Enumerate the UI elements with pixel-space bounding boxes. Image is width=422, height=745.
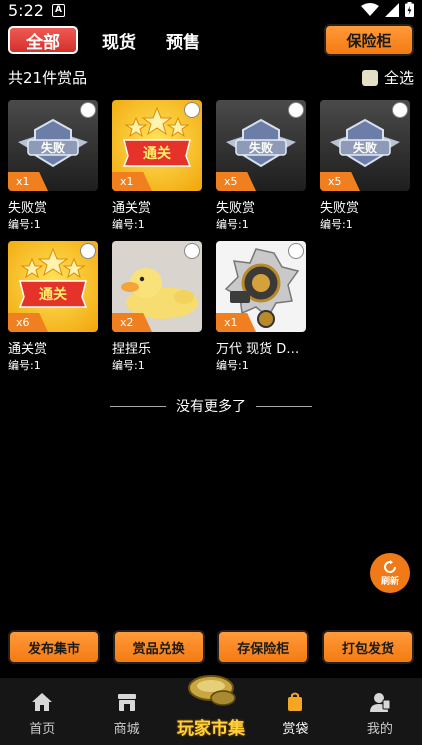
select-radio[interactable] [392,102,408,118]
tabbar-mall-label: 商城 [113,722,140,737]
refresh-button[interactable]: 刷新 [370,553,410,593]
clear-badge-text: 通关 [143,145,171,162]
prize-number: 编号:1 [112,359,145,372]
bottom-tab-bar: 首页 商城 玩家市集 赏袋 我的 [0,675,422,745]
tabbar-mine[interactable]: 我的 [338,678,422,745]
refresh-label: 刷新 [380,576,399,587]
prize-name: 失败赏 [216,201,256,214]
prize-number: 编号:1 [112,218,145,231]
end-of-list: 没有更多了 [0,396,422,416]
clear-badge-text: 通关 [39,286,67,303]
divider-left [110,405,166,407]
home-icon [32,693,53,711]
notification-icon: A [52,4,65,17]
market-coins-icon [188,675,236,706]
filter-tabs: 全部 现货 预售 [8,26,212,54]
prize-card[interactable]: 失败 x5 失败赏 编号:1 [216,100,306,231]
select-radio[interactable] [80,243,96,259]
battery-icon [405,2,414,17]
select-all-toggle[interactable]: 全选 [361,67,414,88]
action-bar: 发布集市 赏品兑换 存保险柜 打包发货 [8,630,414,664]
prize-image: 失败 x5 [216,100,306,191]
profile-icon [369,693,391,712]
tab-presale[interactable]: 预售 [154,28,212,53]
bag-icon [288,692,303,711]
prize-number: 编号:1 [8,218,41,231]
prize-image: 失败 x1 [8,100,98,191]
select-radio[interactable] [288,102,304,118]
prize-card[interactable]: 失败 x1 失败赏 编号:1 [8,100,98,231]
fail-badge-text: 失败 [353,140,377,155]
prize-number: 编号:1 [320,218,353,231]
store-vault-button[interactable]: 存保险柜 [217,630,310,664]
tabbar-bag[interactable]: 赏袋 [253,678,337,745]
system-icons [361,2,414,17]
prize-name: 通关赏 [8,342,48,355]
select-radio[interactable] [184,102,200,118]
tabbar-mine-label: 我的 [366,722,393,737]
tabbar-mall[interactable]: 商城 [84,678,168,745]
prize-exchange-button[interactable]: 赏品兑换 [112,630,205,664]
select-radio[interactable] [184,243,200,259]
refresh-icon [384,559,396,573]
prize-number: 编号:1 [216,218,249,231]
prize-image: 通关 x1 [112,100,202,191]
prize-image: 通关 x6 [8,241,98,332]
tabbar-market[interactable]: 玩家市集 [169,675,253,745]
prize-name: 捏捏乐 [112,342,152,355]
store-icon [117,694,136,711]
no-more-text: 没有更多了 [176,399,246,415]
prize-card[interactable]: 通关 x1 通关赏 编号:1 [112,100,202,231]
prize-card[interactable]: 失败 x5 失败赏 编号:1 [320,100,410,231]
prize-number: 编号:1 [216,359,249,372]
status-bar: 5:22 A [0,0,422,22]
publish-market-button[interactable]: 发布集市 [8,630,100,664]
clock: 5:22 [8,1,44,20]
wifi-icon [361,2,379,16]
prize-name: 失败赏 [8,201,48,214]
pack-ship-button[interactable]: 打包发货 [321,630,414,664]
fail-badge-text: 失败 [249,140,273,155]
prize-image: 失败 x5 [320,100,410,191]
fail-badge-text: 失败 [41,140,65,155]
prize-card[interactable]: 通关 x6 通关赏 编号:1 [8,241,98,372]
vault-button[interactable]: 保险柜 [324,24,414,56]
select-all-checkbox[interactable] [361,69,378,86]
prize-image: x1 [216,241,306,332]
signal-icon [385,2,399,17]
prize-card[interactable]: x1 万代 现货 DX ... 编号:1 [216,241,306,372]
prize-image: x2 [112,241,202,332]
prize-name: 失败赏 [320,201,360,214]
select-radio[interactable] [80,102,96,118]
tabbar-home[interactable]: 首页 [0,678,84,745]
prize-grid: 失败 x1 失败赏 编号:1 通关 x1 通关赏 编号:1 失败 x5 失败赏 … [8,100,414,372]
select-radio[interactable] [288,243,304,259]
prize-name: 通关赏 [112,201,152,214]
prize-card[interactable]: x2 捏捏乐 编号:1 [112,241,202,372]
tabbar-bag-label: 赏袋 [282,722,309,737]
tabbar-home-label: 首页 [29,722,56,737]
prize-name: 万代 现货 DX ... [216,342,306,355]
divider-right [256,405,312,407]
tab-in-stock[interactable]: 现货 [90,28,148,53]
select-all-label: 全选 [383,69,414,87]
tab-all[interactable]: 全部 [8,26,78,54]
item-count: 共21件赏品 [8,69,88,87]
tabbar-market-label: 玩家市集 [177,719,246,739]
prize-number: 编号:1 [8,359,41,372]
